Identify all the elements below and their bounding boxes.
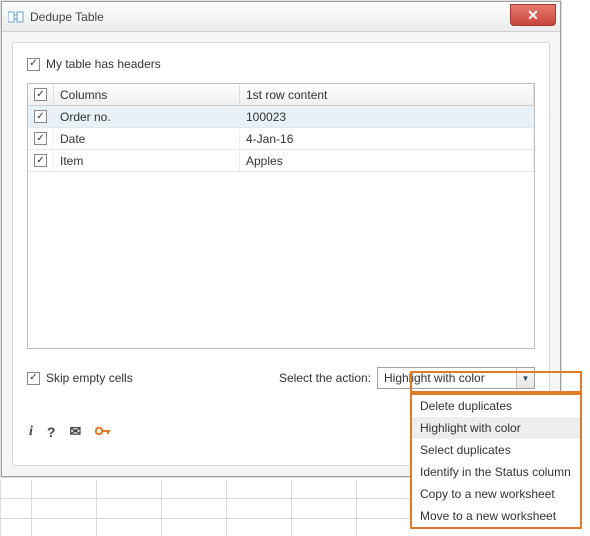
dropdown-item[interactable]: Highlight with color [412,417,580,439]
table-row[interactable]: Order no. 100023 [28,106,534,128]
cell-first: Apples [240,151,534,171]
header-columns[interactable]: Columns [54,84,240,105]
checkbox-icon [27,58,40,71]
action-combo-wrap: Select the action: Highlight with color … [279,367,535,389]
chevron-down-icon: ▼ [516,368,534,388]
action-dropdown-list: Delete duplicates Highlight with color S… [410,393,582,529]
skip-empty-checkbox-row[interactable]: Skip empty cells [27,371,133,385]
checkbox-icon [34,154,47,167]
headers-label: My table has headers [46,57,161,71]
columns-grid: Columns 1st row content Order no. 100023… [27,83,535,349]
header-checkbox-cell[interactable] [28,84,54,105]
table-row[interactable]: Date 4-Jan-16 [28,128,534,150]
checkbox-icon [34,110,47,123]
action-combobox[interactable]: Highlight with color ▼ [377,367,535,389]
cell-name: Item [54,151,240,171]
app-icon [8,9,24,25]
table-row[interactable]: Item Apples [28,150,534,172]
titlebar: Dedupe Table ✕ [2,2,560,32]
checkbox-icon [34,88,47,101]
mail-icon[interactable]: ✉ [69,423,81,440]
skip-empty-label: Skip empty cells [46,371,133,385]
dropdown-item[interactable]: Copy to a new worksheet [412,483,580,505]
dropdown-item[interactable]: Delete duplicates [412,395,580,417]
checkbox-icon [27,372,40,385]
options-row: Skip empty cells Select the action: High… [27,367,535,389]
cell-name: Date [54,129,240,149]
grid-body: Order no. 100023 Date 4-Jan-16 Item Appl… [28,106,534,172]
cell-first: 100023 [240,107,534,127]
grid-header: Columns 1st row content [28,84,534,106]
dropdown-item[interactable]: Select duplicates [412,439,580,461]
info-icon[interactable]: i [29,424,33,440]
cell-first: 4-Jan-16 [240,129,534,149]
headers-checkbox-row[interactable]: My table has headers [27,57,535,71]
close-button[interactable]: ✕ [510,4,556,26]
dropdown-item[interactable]: Move to a new worksheet [412,505,580,527]
window-title: Dedupe Table [30,10,104,24]
spreadsheet-grid [0,480,418,536]
help-icon[interactable]: ? [47,424,56,440]
header-first-row[interactable]: 1st row content [240,84,534,105]
key-icon[interactable] [95,424,111,440]
checkbox-icon [34,132,47,145]
close-icon: ✕ [527,7,539,24]
cell-name: Order no. [54,107,240,127]
action-label: Select the action: [279,371,371,385]
dropdown-item[interactable]: Identify in the Status column [412,461,580,483]
combo-value: Highlight with color [384,371,485,385]
